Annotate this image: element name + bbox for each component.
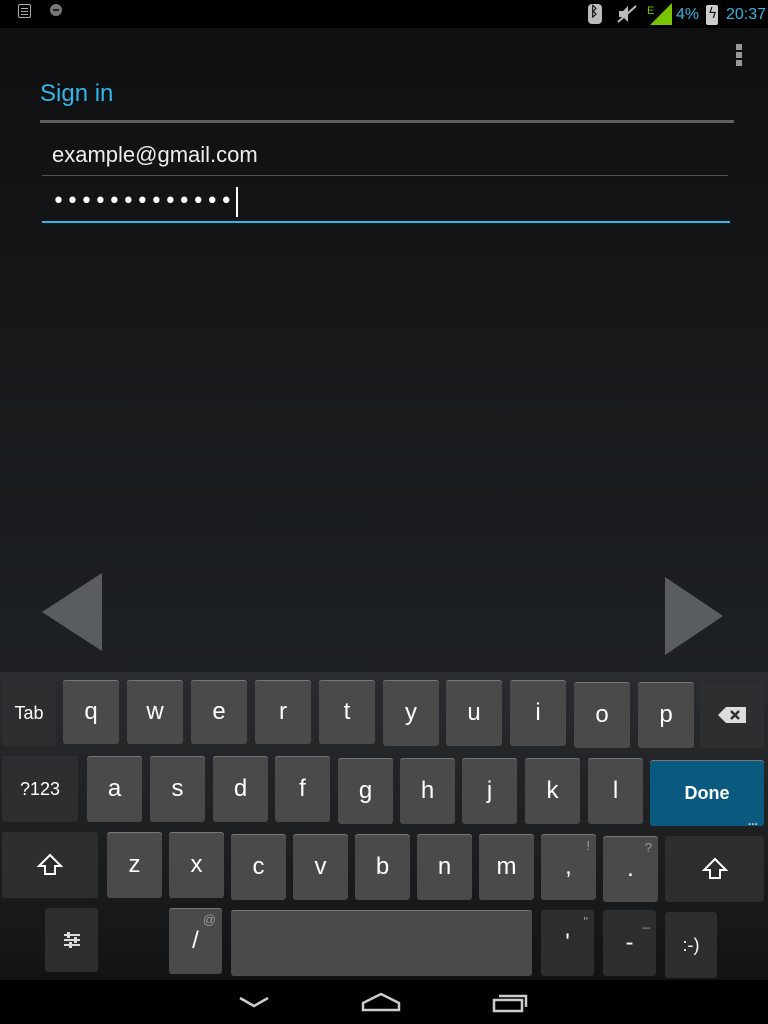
key-period-label: .	[627, 855, 634, 882]
slash-key-label: /	[192, 927, 199, 954]
apostrophe-key-hint: "	[583, 914, 588, 929]
email-field[interactable]: example@gmail.com	[42, 140, 728, 176]
smiley-key[interactable]: :-)	[665, 912, 717, 978]
key-u[interactable]: u	[446, 680, 502, 746]
shift-icon	[701, 857, 728, 879]
previous-arrow-button[interactable]	[42, 573, 102, 651]
key-s[interactable]: s	[150, 756, 205, 822]
page-title: Sign in	[40, 80, 114, 107]
key-d[interactable]: d	[213, 756, 268, 822]
slash-key-hint: @	[202, 912, 216, 927]
mute-icon	[617, 5, 637, 23]
settings-key[interactable]	[45, 908, 98, 972]
key-comma-label: ,	[565, 853, 572, 880]
battery-percent: 4%	[676, 6, 700, 23]
sync-notification-icon	[50, 4, 62, 16]
key-i[interactable]: i	[510, 680, 566, 746]
key-y[interactable]: y	[383, 680, 439, 746]
clock: 20:37	[726, 6, 767, 23]
home-button[interactable]	[360, 988, 402, 1016]
recent-apps-button[interactable]	[490, 988, 530, 1016]
battery-charging-icon	[706, 5, 718, 25]
symbols-key[interactable]: ?123	[2, 756, 78, 822]
password-value: •••••••••••••	[52, 189, 234, 214]
backspace-icon	[718, 707, 746, 723]
shift-left-key[interactable]	[2, 832, 98, 898]
home-icon	[361, 992, 401, 1012]
key-m[interactable]: m	[479, 834, 534, 900]
signal-type-label: E	[647, 5, 654, 17]
key-r[interactable]: r	[255, 680, 311, 744]
key-z[interactable]: z	[107, 832, 162, 898]
key-g[interactable]: g	[338, 758, 393, 824]
tab-key[interactable]: Tab	[2, 680, 56, 746]
dash-key[interactable]: - _	[603, 910, 656, 976]
apostrophe-key[interactable]: ' "	[541, 910, 594, 976]
password-field[interactable]: •••••••••••••	[42, 185, 730, 223]
key-f[interactable]: f	[275, 756, 330, 822]
chevron-down-icon	[239, 996, 269, 1008]
key-comma[interactable]: , !	[541, 834, 596, 900]
apostrophe-key-label: '	[565, 929, 570, 956]
key-b[interactable]: b	[355, 834, 410, 900]
tab-notification-icon	[18, 4, 31, 18]
backspace-key[interactable]	[700, 682, 764, 748]
dash-key-hint: _	[642, 914, 650, 929]
key-j[interactable]: j	[462, 758, 517, 824]
title-divider	[40, 120, 734, 123]
key-q[interactable]: q	[63, 680, 119, 744]
overflow-menu-icon[interactable]	[736, 44, 744, 68]
done-key[interactable]: Done	[650, 760, 764, 828]
bluetooth-icon	[588, 4, 602, 24]
soft-keyboard: Tab q w e r t y u i o p ?123 a s d f g h…	[0, 672, 768, 980]
key-t[interactable]: t	[319, 680, 375, 744]
key-w[interactable]: w	[127, 680, 183, 744]
key-a[interactable]: a	[87, 756, 142, 822]
key-comma-hint: !	[586, 838, 590, 853]
key-l[interactable]: l	[588, 758, 643, 824]
key-e[interactable]: e	[191, 680, 247, 744]
dash-key-label: -	[625, 929, 634, 956]
key-period[interactable]: . ?	[603, 836, 658, 902]
key-x[interactable]: x	[169, 832, 224, 898]
signal-icon: E	[647, 3, 672, 25]
space-key[interactable]	[231, 910, 532, 976]
sign-in-screen: Sign in example@gmail.com •••••••••••••	[0, 28, 768, 672]
status-bar: E 4% 20:37	[0, 0, 768, 28]
text-cursor	[235, 187, 238, 217]
sliders-icon	[63, 932, 80, 948]
slash-key[interactable]: / @	[169, 908, 222, 974]
key-n[interactable]: n	[417, 834, 472, 900]
key-period-hint: ?	[644, 840, 652, 855]
back-button[interactable]	[234, 988, 274, 1016]
next-arrow-button[interactable]	[665, 577, 723, 655]
navigation-bar	[0, 980, 768, 1024]
key-p[interactable]: p	[638, 682, 694, 748]
key-k[interactable]: k	[525, 758, 580, 824]
recent-apps-icon	[492, 994, 528, 1013]
key-o[interactable]: o	[574, 682, 630, 748]
key-h[interactable]: h	[400, 758, 455, 824]
shift-icon	[37, 853, 63, 875]
key-v[interactable]: v	[293, 834, 348, 900]
key-c[interactable]: c	[231, 834, 286, 900]
shift-right-key[interactable]	[665, 836, 764, 902]
